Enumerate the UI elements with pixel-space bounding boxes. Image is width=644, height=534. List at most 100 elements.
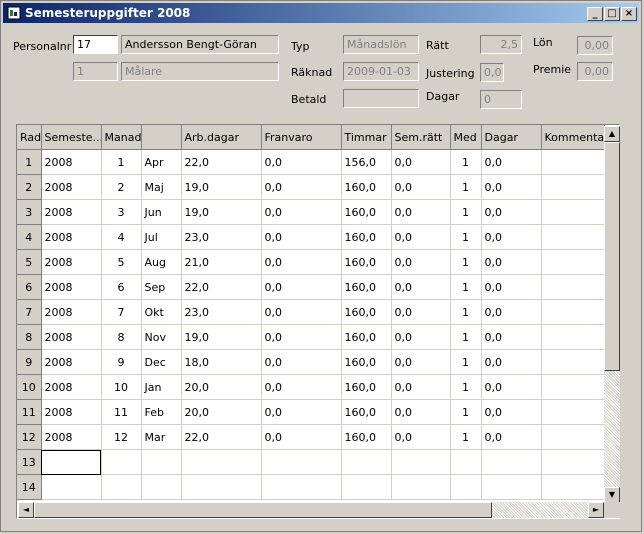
cell-included[interactable] xyxy=(450,474,482,500)
cell-vacation-right[interactable]: 0,0 xyxy=(391,374,451,400)
cell-semester-year[interactable]: 2008 xyxy=(41,174,102,200)
cell-absence[interactable]: 0,0 xyxy=(261,399,342,425)
cell-comment[interactable] xyxy=(541,249,605,275)
horizontal-scroll-thumb[interactable] xyxy=(34,502,492,518)
cell-hours[interactable]: 160,0 xyxy=(341,199,392,225)
table-row[interactable]: 3 2008 3 Jun 19,0 0,0 160,0 0,0 1 0,0 xyxy=(17,199,605,225)
cell-included[interactable]: 1 xyxy=(450,249,482,275)
cell-work-days[interactable]: 20,0 xyxy=(181,374,262,400)
cell-month-number[interactable]: 4 xyxy=(101,224,142,250)
cell-work-days[interactable]: 18,0 xyxy=(181,349,262,375)
cell-month-number[interactable]: 9 xyxy=(101,349,142,375)
cell-included[interactable]: 1 xyxy=(450,174,482,200)
table-row[interactable]: 4 2008 4 Jul 23,0 0,0 160,0 0,0 1 0,0 xyxy=(17,224,605,250)
cell-month-number[interactable] xyxy=(101,474,142,500)
column-header-work-days[interactable]: Arb.dagar xyxy=(181,125,262,150)
cell-comment[interactable] xyxy=(541,474,605,500)
personalnr-input[interactable]: 17 xyxy=(73,35,118,54)
cell-vacation-right[interactable] xyxy=(391,449,451,475)
cell-included[interactable] xyxy=(450,449,482,475)
cell-semester-year[interactable]: 2008 xyxy=(41,299,102,325)
cell-work-days[interactable] xyxy=(181,449,262,475)
scroll-down-button[interactable]: ▼ xyxy=(604,487,620,503)
cell-month-name[interactable]: Mar xyxy=(141,424,182,450)
cell-vacation-right[interactable]: 0,0 xyxy=(391,224,451,250)
cell-absence[interactable]: 0,0 xyxy=(261,424,342,450)
cell-hours[interactable] xyxy=(341,449,392,475)
column-header-days[interactable]: Dagar xyxy=(481,125,542,150)
horizontal-scrollbar[interactable]: ◄ ► xyxy=(18,502,604,518)
cell-comment[interactable] xyxy=(541,374,605,400)
cell-semester-year[interactable]: 2008 xyxy=(41,324,102,350)
cell-work-days[interactable]: 21,0 xyxy=(181,249,262,275)
cell-month-name[interactable]: Jun xyxy=(141,199,182,225)
cell-month-number[interactable]: 3 xyxy=(101,199,142,225)
cell-semester-year[interactable]: 2008 xyxy=(41,349,102,375)
column-header-vacation-right[interactable]: Sem.rätt xyxy=(391,125,451,150)
cell-comment[interactable] xyxy=(541,349,605,375)
cell-days[interactable]: 0,0 xyxy=(481,199,542,225)
cell-hours[interactable]: 160,0 xyxy=(341,174,392,200)
cell-absence[interactable] xyxy=(261,474,342,500)
cell-comment[interactable] xyxy=(541,299,605,325)
cell-hours[interactable]: 156,0 xyxy=(341,149,392,175)
cell-vacation-right[interactable]: 0,0 xyxy=(391,349,451,375)
cell-month-name[interactable]: Apr xyxy=(141,149,182,175)
cell-work-days[interactable]: 19,0 xyxy=(181,324,262,350)
cell-comment[interactable] xyxy=(541,324,605,350)
cell-comment[interactable] xyxy=(541,424,605,450)
cell-month-number[interactable]: 10 xyxy=(101,374,142,400)
cell-absence[interactable]: 0,0 xyxy=(261,199,342,225)
cell-month-name[interactable]: Okt xyxy=(141,299,182,325)
table-row[interactable]: 1 2008 1 Apr 22,0 0,0 156,0 0,0 1 0,0 xyxy=(17,149,605,175)
cell-absence[interactable]: 0,0 xyxy=(261,349,342,375)
cell-absence[interactable]: 0,0 xyxy=(261,324,342,350)
table-row[interactable]: 7 2008 7 Okt 23,0 0,0 160,0 0,0 1 0,0 xyxy=(17,299,605,325)
cell-comment[interactable] xyxy=(541,449,605,475)
cell-days[interactable]: 0,0 xyxy=(481,274,542,300)
cell-month-name[interactable]: Jan xyxy=(141,374,182,400)
cell-included[interactable]: 1 xyxy=(450,399,482,425)
cell-days[interactable]: 0,0 xyxy=(481,399,542,425)
cell-month-name[interactable]: Dec xyxy=(141,349,182,375)
cell-semester-year[interactable]: 2008 xyxy=(41,149,102,175)
cell-vacation-right[interactable]: 0,0 xyxy=(391,399,451,425)
cell-absence[interactable]: 0,0 xyxy=(261,149,342,175)
scroll-left-button[interactable]: ◄ xyxy=(18,502,34,518)
cell-vacation-right[interactable]: 0,0 xyxy=(391,274,451,300)
cell-month-number[interactable]: 8 xyxy=(101,324,142,350)
cell-hours[interactable]: 160,0 xyxy=(341,424,392,450)
cell-hours[interactable]: 160,0 xyxy=(341,374,392,400)
semester-grid[interactable]: Rad Semeste... Manad Arb.dagar Franvaro Timma… xyxy=(16,124,620,519)
table-row[interactable]: 9 2008 9 Dec 18,0 0,0 160,0 0,0 1 0,0 xyxy=(17,349,605,375)
close-button[interactable]: × xyxy=(621,7,637,21)
app-icon[interactable] xyxy=(7,6,21,20)
cell-days[interactable]: 0,0 xyxy=(481,349,542,375)
maximize-button[interactable]: □ xyxy=(604,7,620,21)
cell-semester-year[interactable] xyxy=(41,449,102,475)
table-row[interactable]: 14 xyxy=(17,474,605,500)
cell-days[interactable]: 0,0 xyxy=(481,424,542,450)
column-header-month-number[interactable]: Manad xyxy=(101,125,142,150)
cell-absence[interactable]: 0,0 xyxy=(261,374,342,400)
scroll-up-button[interactable]: ▲ xyxy=(604,126,620,142)
table-row[interactable]: 12 2008 12 Mar 22,0 0,0 160,0 0,0 1 0,0 xyxy=(17,424,605,450)
cell-vacation-right[interactable]: 0,0 xyxy=(391,299,451,325)
cell-month-number[interactable]: 5 xyxy=(101,249,142,275)
cell-semester-year[interactable]: 2008 xyxy=(41,274,102,300)
cell-hours[interactable]: 160,0 xyxy=(341,274,392,300)
column-header-comment[interactable]: Kommentar xyxy=(541,125,605,150)
cell-days[interactable]: 0,0 xyxy=(481,174,542,200)
cell-hours[interactable]: 160,0 xyxy=(341,399,392,425)
column-header-month-name[interactable] xyxy=(141,125,182,150)
cell-month-name[interactable]: Sep xyxy=(141,274,182,300)
table-row[interactable]: 2 2008 2 Maj 19,0 0,0 160,0 0,0 1 0,0 xyxy=(17,174,605,200)
cell-semester-year[interactable]: 2008 xyxy=(41,249,102,275)
vertical-scroll-thumb[interactable] xyxy=(604,142,620,371)
cell-month-number[interactable]: 11 xyxy=(101,399,142,425)
cell-included[interactable]: 1 xyxy=(450,149,482,175)
cell-included[interactable]: 1 xyxy=(450,324,482,350)
cell-included[interactable]: 1 xyxy=(450,374,482,400)
cell-work-days[interactable]: 23,0 xyxy=(181,224,262,250)
column-header-absence[interactable]: Franvaro xyxy=(261,125,342,150)
